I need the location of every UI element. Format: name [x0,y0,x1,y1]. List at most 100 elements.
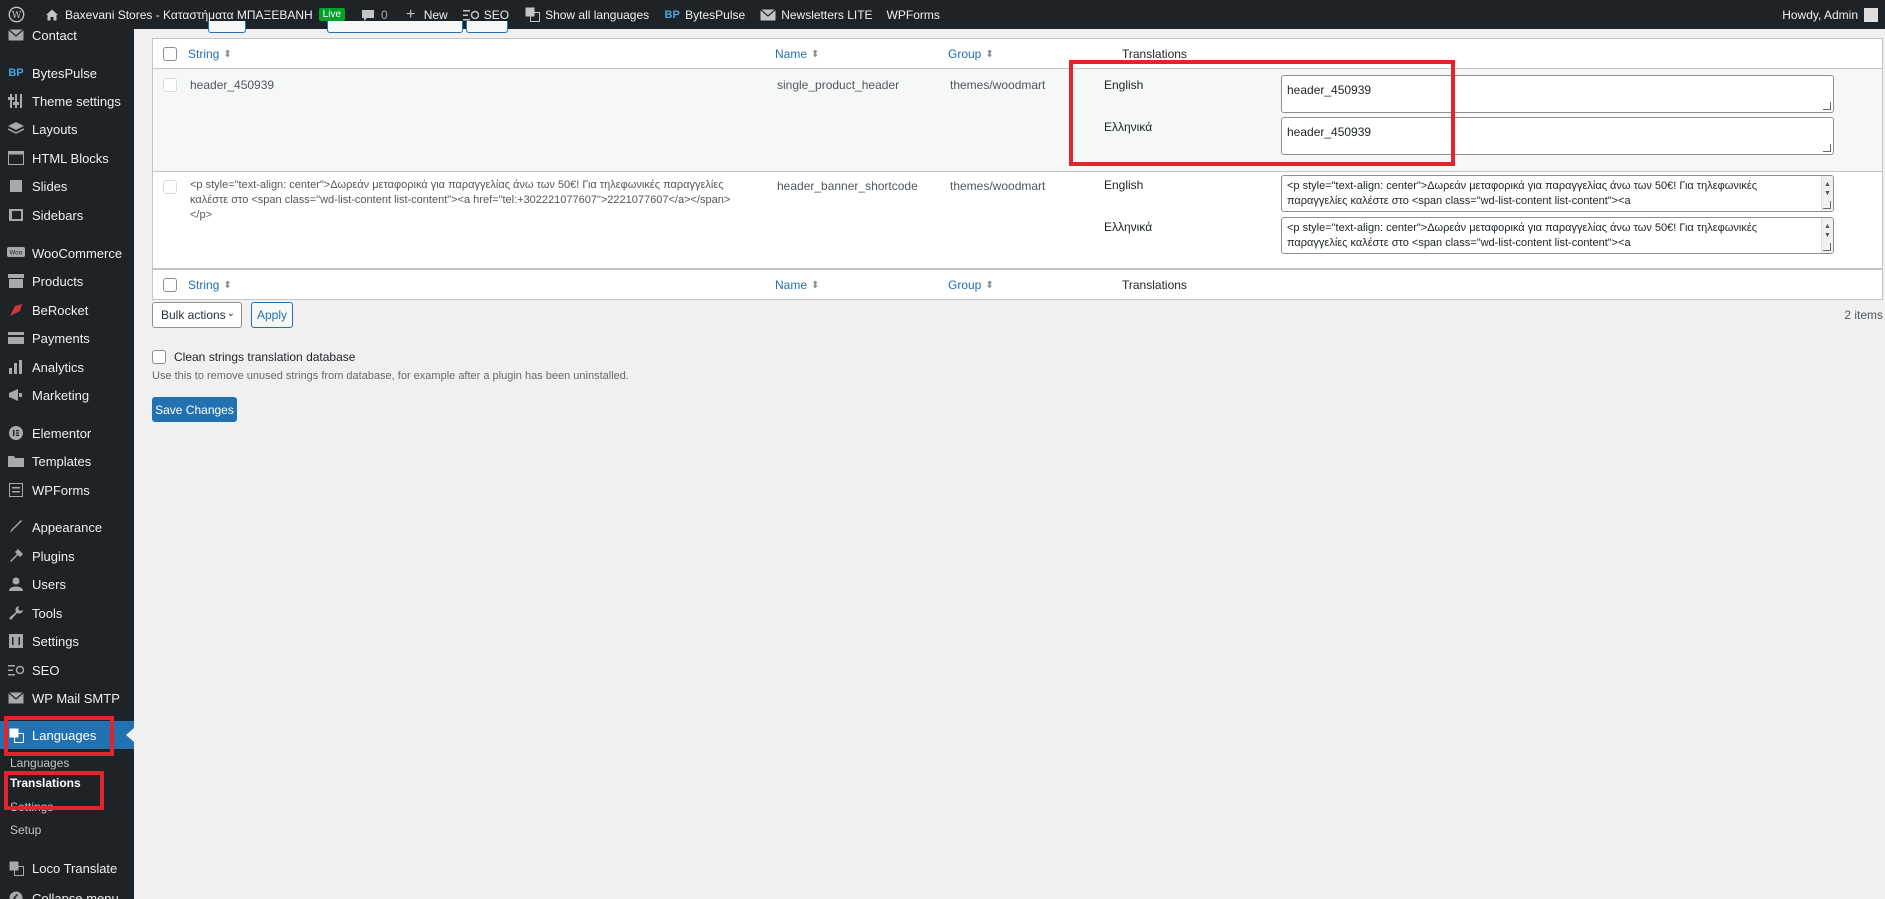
column-string-header[interactable]: String ⬍ [188,47,232,61]
brush-icon [6,517,26,537]
contact-icon [6,29,26,45]
translation-icon [6,725,26,745]
mail-icon [6,688,26,708]
megaphone-icon [6,385,26,405]
menu-item-collapse[interactable]: Collapse menu [0,885,134,899]
select-all-checkbox[interactable] [163,47,177,61]
archive-icon [6,271,26,291]
menu-item-sidebars[interactable]: Sidebars [0,202,134,228]
resize-handle-icon[interactable] [1823,144,1831,152]
menu-item-appearance[interactable]: Appearance [0,514,134,540]
table-footer-row: String ⬍ Name ⬍ Group ⬍ Translations [153,269,1882,299]
menu-item-wpforms[interactable]: WPForms [0,477,134,503]
menu-label: Appearance [32,519,103,535]
scroll-down-icon[interactable]: ▼ [1824,228,1831,243]
menu-item-woocommerce[interactable]: Woo WooCommerce [0,240,134,266]
resize-handle-icon[interactable] [1823,102,1831,110]
menu-label: Sidebars [32,207,84,223]
translation-value: <p style="text-align: center">Δωρεάν μετ… [1287,222,1758,249]
wordpress-logo-button[interactable]: W [0,0,36,29]
column-string-footer[interactable]: String ⬍ [188,278,232,292]
bytespulse-link[interactable]: BP BytesPulse [656,0,752,29]
clean-database-label[interactable]: Clean strings translation database [174,350,355,364]
folder-icon [6,451,26,471]
menu-item-slides[interactable]: Slides [0,173,134,199]
bulk-actions-label: Bulk actions [161,308,226,322]
column-string-label: String [188,47,220,61]
menu-item-tools[interactable]: Tools [0,600,134,626]
submenu-item-languages[interactable]: Languages [0,752,134,774]
top-apply-button-edge[interactable] [208,21,246,33]
column-name-footer[interactable]: Name ⬍ [775,278,819,292]
menu-item-users[interactable]: Users [0,571,134,597]
column-name-header[interactable]: Name ⬍ [775,47,819,61]
menu-item-settings[interactable]: Settings [0,628,134,654]
menu-item-elementor[interactable]: Elementor [0,420,134,446]
menu-label: WP Mail SMTP [32,690,120,706]
bottom-tablenav: Bulk actions ⌄ Apply 2 items [152,302,1883,328]
translation-english-textarea[interactable]: header_450939 [1281,75,1834,113]
newsletters-link[interactable]: Newsletters LITE [752,0,879,29]
show-all-languages-link[interactable]: Show all languages [516,0,656,29]
menu-item-products[interactable]: Products [0,268,134,294]
items-count: 2 items [1844,308,1883,322]
translation-greek-textarea[interactable]: header_450939 [1281,117,1834,155]
menu-item-layouts[interactable]: Layouts [0,116,134,142]
clean-database-checkbox[interactable] [152,350,166,364]
menu-item-wp-mail-smtp[interactable]: WP Mail SMTP [0,685,134,711]
submenu-item-settings[interactable]: Settings [0,796,134,818]
menu-label: Elementor [32,425,92,441]
column-group-header[interactable]: Group ⬍ [948,47,994,61]
submenu-item-setup[interactable]: Setup [0,819,134,841]
save-changes-button[interactable]: Save Changes [152,397,237,422]
menu-item-berocket[interactable]: BeRocket [0,297,134,323]
menu-label: Products [32,273,84,289]
menu-item-languages[interactable]: Languages [0,721,134,749]
menu-item-loco-translate[interactable]: Loco Translate [0,855,134,881]
column-group-label: Group [948,47,982,61]
select-all-checkbox-footer[interactable] [163,278,177,292]
scroll-down-icon[interactable]: ▼ [1824,186,1831,201]
top-filter-select-edge[interactable] [327,21,463,33]
menu-item-theme-settings[interactable]: Theme settings [0,88,134,114]
resize-handle-icon[interactable] [1823,201,1831,209]
menu-item-bytespulse[interactable]: BP BytesPulse [0,60,134,86]
collapse-icon [6,888,26,899]
menu-item-marketing[interactable]: Marketing [0,382,134,408]
menu-item-html-blocks[interactable]: HTML Blocks [0,145,134,171]
string-cell: <p style="text-align: center">Δωρεάν μετ… [190,179,731,221]
new-label: New [423,7,448,22]
bulk-actions-select[interactable]: Bulk actions ⌄ [152,302,242,328]
loco-icon [6,858,26,878]
sort-icon: ⬍ [223,48,232,60]
menu-item-seo[interactable]: SEO [0,657,134,683]
chevron-down-icon: ⌄ [226,308,235,319]
column-group-footer[interactable]: Group ⬍ [948,278,994,292]
menu-label: Theme settings [32,93,121,109]
menu-item-contact[interactable]: Contact [0,29,134,48]
group-cell: themes/woodmart [950,179,1046,193]
submenu-item-translations[interactable]: Translations [0,772,134,794]
rocket-icon [6,300,26,320]
apply-button[interactable]: Apply [251,302,293,328]
resize-handle-icon[interactable] [1823,243,1831,251]
language-label-greek: Ελληνικά [1104,120,1153,134]
row-checkbox[interactable] [163,78,177,92]
translation-greek-textarea[interactable]: <p style="text-align: center">Δωρεάν μετ… [1281,217,1834,254]
site-name-link[interactable]: Baxevani Stores - Καταστήματα ΜΠΑΞΕΒΑΝΗ … [36,0,352,29]
top-filter-button-edge[interactable] [466,21,508,33]
menu-label: Layouts [32,121,78,137]
menu-item-analytics[interactable]: Analytics [0,354,134,380]
layers-icon [6,119,26,139]
menu-label: SEO [32,662,60,678]
translation-english-textarea[interactable]: <p style="text-align: center">Δωρεάν μετ… [1281,175,1834,212]
my-account-link[interactable]: Howdy, Admin [1775,0,1885,29]
row-checkbox[interactable] [163,180,177,194]
menu-item-plugins[interactable]: Plugins [0,543,134,569]
bytespulse-label: BytesPulse [685,7,746,22]
menu-item-templates[interactable]: Templates [0,448,134,474]
menu-item-payments[interactable]: Payments [0,325,134,351]
admin-menu: Contact BP BytesPulse Theme settings Lay… [0,29,134,899]
wpforms-link[interactable]: WPForms [880,0,947,29]
seo-label: SEO [483,7,510,22]
